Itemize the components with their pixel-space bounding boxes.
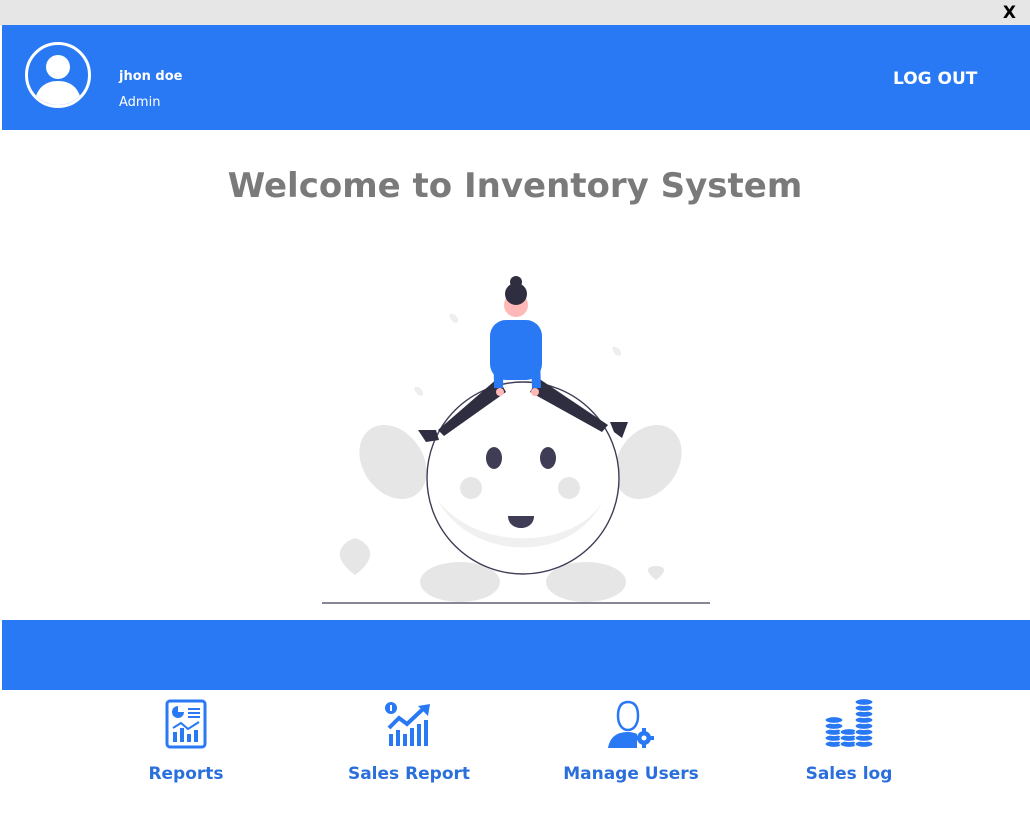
user-settings-icon [608, 700, 654, 748]
close-button[interactable]: X [1003, 3, 1016, 23]
coin-stack-icon [824, 698, 874, 749]
nav-sales-report[interactable]: Sales Report [319, 698, 499, 793]
nav-sales-log[interactable]: Sales log [759, 698, 939, 793]
nav-reports[interactable]: Reports [96, 698, 276, 793]
sales-chart-icon [385, 702, 430, 746]
footer-band [2, 620, 1030, 690]
welcome-illustration [322, 276, 710, 604]
app-window: X jhon doe Admin LOG OUT Welcome to Inve… [0, 0, 1030, 819]
nav-manage-users[interactable]: Manage Users [541, 698, 721, 793]
logout-button[interactable]: LOG OUT [893, 69, 977, 89]
nav-manage-users-label: Manage Users [563, 764, 699, 784]
report-icon [165, 699, 207, 749]
page-title: Welcome to Inventory System [227, 166, 803, 206]
nav-reports-label: Reports [148, 764, 224, 784]
title-bar: X [0, 0, 1030, 25]
avatar-icon [25, 42, 91, 108]
user-role: Admin [119, 95, 161, 110]
header-bar: jhon doe Admin LOG OUT [2, 25, 1030, 130]
user-name: jhon doe [119, 69, 183, 84]
nav-sales-report-label: Sales Report [347, 764, 471, 784]
nav-sales-log-label: Sales log [805, 764, 893, 784]
